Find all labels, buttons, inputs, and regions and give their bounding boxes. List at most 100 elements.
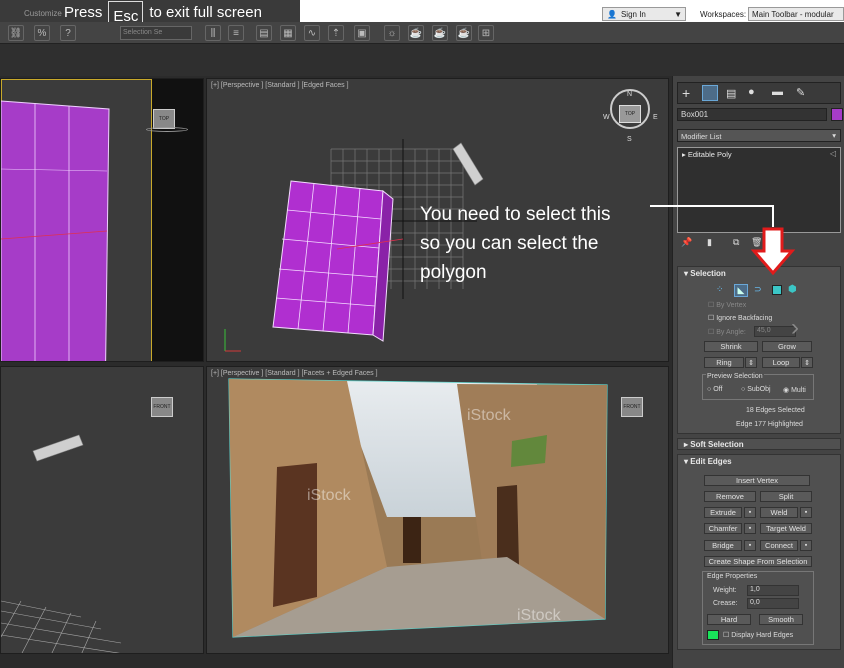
weld-button[interactable]: Weld (760, 507, 798, 518)
by-angle-checkbox[interactable]: ☐ By Angle: (708, 328, 746, 336)
object-name-input[interactable]: Box001 (677, 108, 827, 121)
bind-icon[interactable]: ? (60, 25, 76, 41)
compass-east: E (653, 114, 658, 121)
collapse-icon[interactable]: ◁ (830, 149, 836, 158)
menu-customize[interactable]: Customize (24, 9, 62, 18)
main-toolbar: ⛓ % ? Selection Se ⫼ ≡ ▤ ▦ ∿ ⇡ ▣ ☼ ☕ ☕ ☕… (0, 22, 844, 44)
edge-properties-label: Edge Properties (707, 573, 758, 580)
chevron-right-icon[interactable]: › (791, 314, 817, 344)
viewcube-icon[interactable]: TOP (619, 105, 641, 123)
render-production-icon[interactable]: ☕ (456, 25, 472, 41)
viewcube-icon[interactable]: FRONT (151, 397, 173, 417)
motion-tab-icon[interactable]: ● (748, 86, 755, 98)
tutorial-annotation: You need to select this so you can selec… (420, 200, 660, 287)
split-button[interactable]: Split (760, 491, 812, 502)
material-editor-icon[interactable]: ▣ (354, 25, 370, 41)
viewport-bottom-right[interactable]: [+] [Perspective ] [Standard ] [Facets +… (206, 366, 669, 654)
selection-set-dropdown[interactable]: Selection Se (120, 26, 192, 40)
viewcube-ring (146, 127, 188, 132)
preview-off-radio[interactable]: ○ Off (707, 386, 722, 393)
watermark: iStock (517, 607, 561, 624)
viewport-bottom-left[interactable]: FRONT (0, 366, 204, 654)
compass-south: S (627, 136, 632, 143)
annotation-line-2: so you can select the (420, 233, 599, 254)
hard-button[interactable]: Hard (707, 614, 751, 625)
command-panel-tabs: + ▤ ● ▬ ✎ (677, 82, 841, 104)
link-icon[interactable]: ⛓ (8, 25, 24, 41)
viewport-top-left[interactable]: TOP (0, 78, 204, 362)
preview-subobj-radio[interactable]: ○ SubObj (741, 386, 771, 393)
textured-plane (228, 378, 608, 638)
scene-explorer-icon[interactable]: ▦ (280, 25, 296, 41)
smooth-button[interactable]: Smooth (759, 614, 803, 625)
create-shape-button[interactable]: Create Shape From Selection (704, 556, 812, 567)
modifier-list-dropdown[interactable]: Modifier List ▾ (677, 129, 841, 142)
sign-in-dropdown[interactable]: 👤 Sign In ▼ (602, 7, 686, 21)
viewcube-icon[interactable]: FRONT (621, 397, 643, 417)
render-setup-icon[interactable]: ☼ (384, 25, 400, 41)
display-hard-edges-checkbox[interactable]: ☐ Display Hard Edges (723, 631, 793, 639)
display-hard-edges-label: Display Hard Edges (731, 632, 794, 639)
subobject-level-buttons: ⁘ ◣ ⊃ ⬢ (716, 284, 800, 297)
ribbon-gap (0, 44, 844, 76)
insert-vertex-button[interactable]: Insert Vertex (704, 475, 810, 486)
edge-level-icon[interactable]: ◣ (734, 284, 748, 297)
selection-status: 18 Edges Selected (746, 407, 805, 414)
object-color-swatch[interactable] (831, 108, 843, 121)
render-frame-icon[interactable]: ☕ (408, 25, 424, 41)
align-icon[interactable]: ≡ (228, 25, 244, 41)
ring-spinner[interactable]: ⇕ (745, 357, 757, 368)
display-tab-icon[interactable]: ▬ (772, 86, 783, 98)
polygon-level-icon[interactable] (772, 285, 782, 295)
fullscreen-press: Press (64, 3, 103, 21)
mirror-icon[interactable]: ⫼ (205, 25, 221, 41)
fullscreen-rest: to exit full screen (149, 3, 262, 21)
watermark: iStock (467, 407, 511, 424)
layer-icon[interactable]: ▤ (256, 25, 272, 41)
render-icon[interactable]: ☕ (432, 25, 448, 41)
chamfer-settings-icon[interactable]: ▪ (744, 523, 756, 534)
bridge-button[interactable]: Bridge (704, 540, 742, 551)
chamfer-button[interactable]: Chamfer (704, 523, 742, 534)
workspace-select[interactable]: Main Toolbar - modular (748, 7, 844, 21)
vertex-level-icon[interactable]: ⁘ (716, 284, 728, 296)
by-vertex-checkbox[interactable]: ☐ By Vertex (708, 301, 746, 309)
connect-settings-icon[interactable]: ▪ (800, 540, 812, 551)
extrude-button[interactable]: Extrude (704, 507, 742, 518)
soft-selection-rollout[interactable]: ▸ Soft Selection (677, 438, 841, 450)
stack-item-editable-poly[interactable]: ▸ Editable Poly (682, 150, 732, 159)
dope-sheet-icon[interactable]: ⇡ (328, 25, 344, 41)
preview-multi-radio[interactable]: ◉ Multi (783, 386, 806, 394)
element-level-icon[interactable]: ⬢ (788, 284, 800, 296)
sign-in-label: Sign In (620, 9, 646, 19)
modify-tab-icon[interactable] (702, 85, 718, 101)
utilities-tab-icon[interactable]: ✎ (796, 86, 805, 99)
edit-edges-title[interactable]: ▾ Edit Edges (684, 457, 732, 466)
loop-spinner[interactable]: ⇕ (801, 357, 813, 368)
weight-spinner[interactable]: 1,0 (747, 585, 799, 596)
create-tab-icon[interactable]: + (682, 85, 690, 101)
shrink-button[interactable]: Shrink (704, 341, 758, 352)
preview-off-label: Off (713, 386, 723, 393)
ignore-backfacing-checkbox[interactable]: ☐ Ignore Backfacing (708, 314, 772, 322)
chevron-down-icon: ▼ (674, 9, 682, 19)
curve-editor-icon[interactable]: ∿ (304, 25, 320, 41)
hierarchy-tab-icon[interactable]: ▤ (726, 87, 736, 100)
target-weld-button[interactable]: Target Weld (760, 523, 812, 534)
loop-button[interactable]: Loop (762, 357, 800, 368)
weld-settings-icon[interactable]: ▪ (800, 507, 812, 518)
preview-multi-label: Multi (791, 387, 806, 394)
weight-label: Weight: (713, 587, 737, 594)
by-angle-spinner[interactable]: 45,0 (754, 326, 796, 337)
crease-spinner[interactable]: 0,0 (747, 598, 799, 609)
border-level-icon[interactable]: ⊃ (754, 284, 766, 296)
unlink-icon[interactable]: % (34, 25, 50, 41)
viewport-layout-icon[interactable]: ⊞ (478, 25, 494, 41)
extrude-settings-icon[interactable]: ▪ (744, 507, 756, 518)
remove-button[interactable]: Remove (704, 491, 756, 502)
ring-button[interactable]: Ring (704, 357, 744, 368)
hard-edge-color-swatch[interactable] (707, 630, 719, 640)
bridge-settings-icon[interactable]: ▪ (744, 540, 756, 551)
connect-button[interactable]: Connect (760, 540, 798, 551)
viewcube-icon[interactable]: TOP (153, 109, 175, 129)
